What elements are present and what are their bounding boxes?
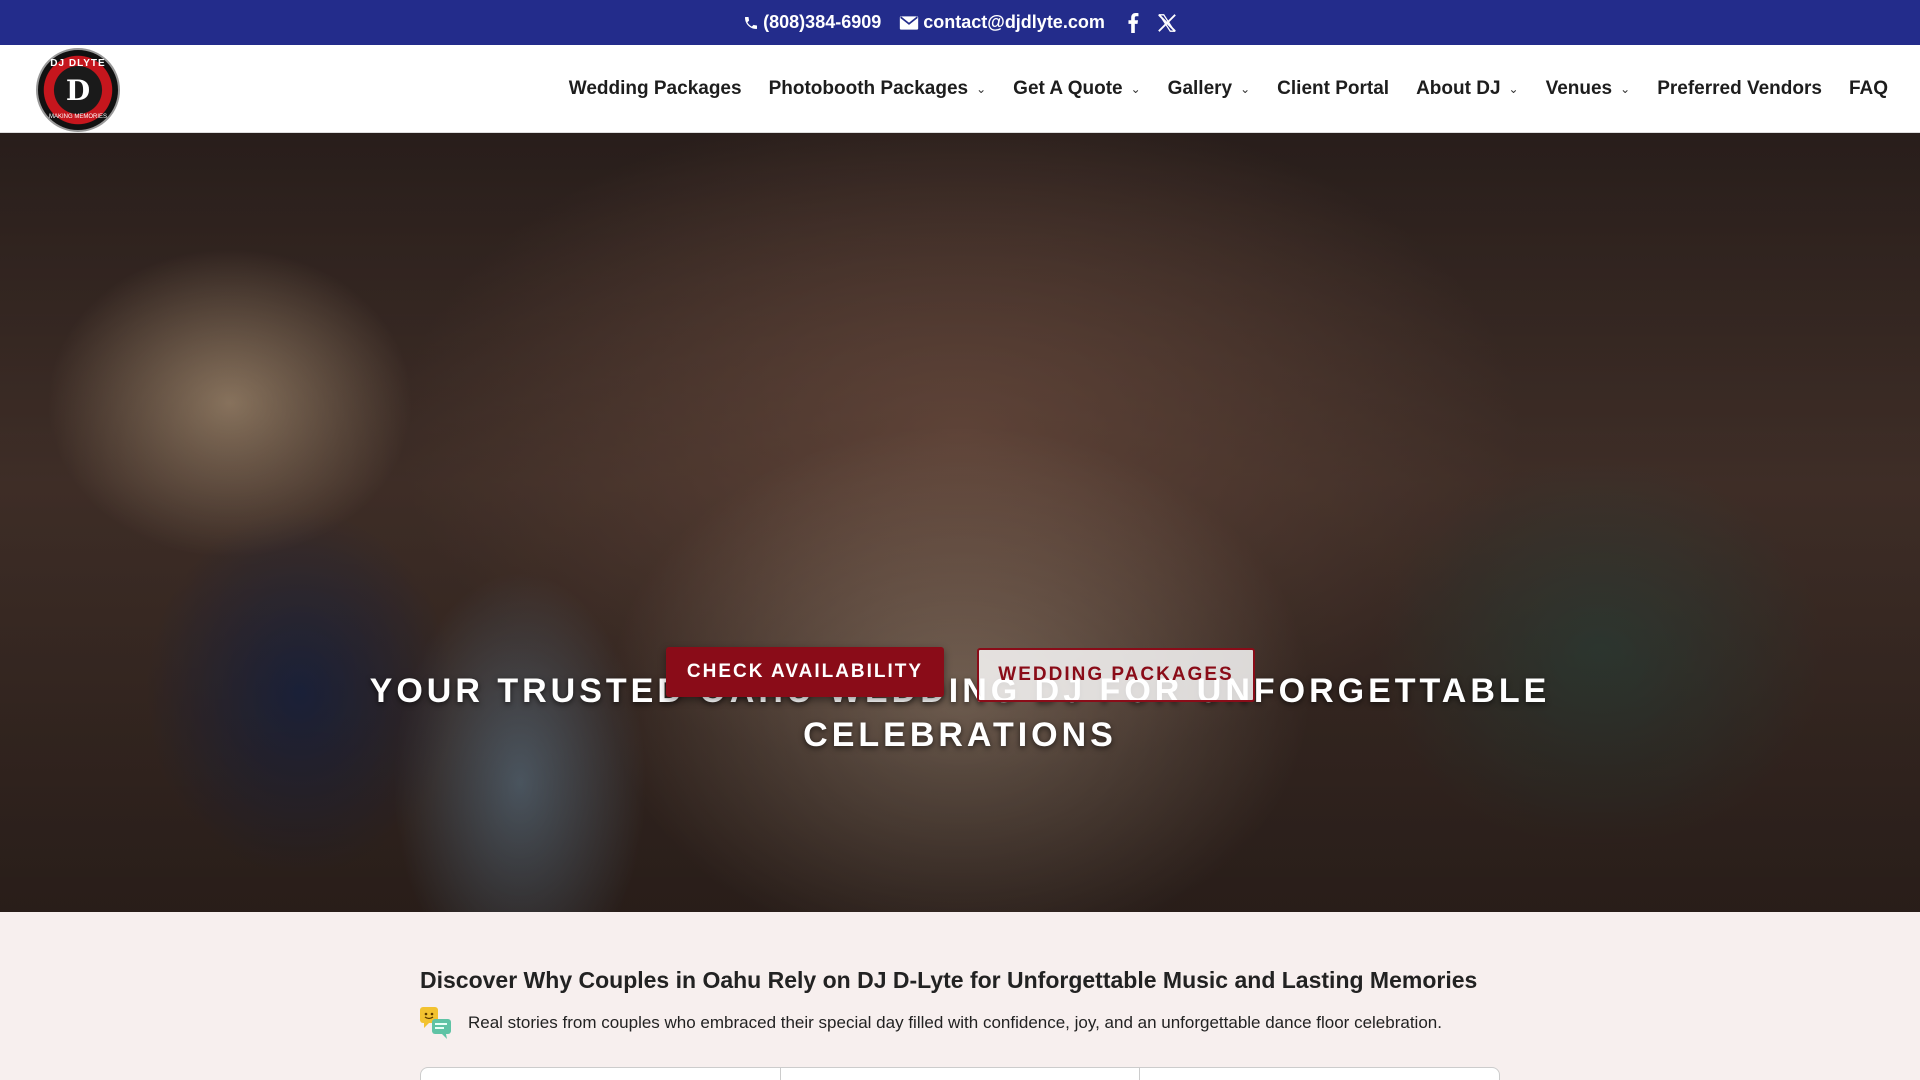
nav-label: FAQ xyxy=(1848,78,1888,99)
testimonial-card xyxy=(421,1068,781,1080)
chevron-down-icon: ⌄ xyxy=(1620,82,1631,96)
nav-about-dj[interactable]: About DJ ⌄ xyxy=(1416,78,1519,100)
main-nav: Wedding Packages Photobooth Packages ⌄ G… xyxy=(569,45,1888,133)
chevron-down-icon: ⌄ xyxy=(1130,82,1141,96)
social-links xyxy=(1127,12,1177,33)
section-subtext: Real stories from couples who embraced t… xyxy=(468,1013,1442,1032)
nav-label: Preferred Vendors xyxy=(1657,78,1822,99)
wedding-packages-button[interactable]: WEDDING PACKAGES xyxy=(977,648,1255,702)
nav-faq[interactable]: FAQ xyxy=(1849,78,1888,100)
site-header: DJ DLYTE D MAKING MEMORIES Wedding Packa… xyxy=(0,45,1920,133)
phone-number: (808)384-6909 xyxy=(763,12,882,32)
nav-label: Gallery xyxy=(1167,78,1233,99)
testimonial-card xyxy=(781,1068,1141,1080)
nav-photobooth-packages[interactable]: Photobooth Packages ⌄ xyxy=(769,78,987,100)
chat-bubbles-icon xyxy=(420,1007,451,1039)
nav-label: Photobooth Packages xyxy=(768,78,969,99)
email-link[interactable]: contact@djdlyte.com xyxy=(899,12,1105,33)
nav-get-a-quote[interactable]: Get A Quote ⌄ xyxy=(1013,78,1141,100)
chevron-down-icon: ⌄ xyxy=(1240,82,1251,96)
nav-gallery[interactable]: Gallery ⌄ xyxy=(1168,78,1251,100)
hero-title: YOUR TRUSTED OAHU WEDDING DJ FOR UNFORGE… xyxy=(369,672,1551,754)
hero-banner: YOUR TRUSTED OAHU WEDDING DJ FOR UNFORGE… xyxy=(0,133,1920,912)
nav-label: Get A Quote xyxy=(1013,78,1123,99)
site-logo[interactable]: DJ DLYTE D MAKING MEMORIES xyxy=(36,48,120,132)
facebook-icon[interactable] xyxy=(1127,12,1139,33)
phone-icon xyxy=(745,16,758,29)
logo-mark: D xyxy=(65,73,91,107)
hero-photo-overlay xyxy=(0,133,1920,912)
section-intro: Real stories from couples who embraced t… xyxy=(420,1007,1442,1039)
x-icon[interactable] xyxy=(1157,13,1177,32)
nav-label: Venues xyxy=(1545,78,1613,99)
nav-client-portal[interactable]: Client Portal xyxy=(1277,78,1389,100)
chevron-down-icon: ⌄ xyxy=(1508,82,1519,96)
logo-top-text: DJ DLYTE xyxy=(50,58,106,69)
mail-icon xyxy=(900,15,919,30)
email-address: contact@djdlyte.com xyxy=(923,12,1105,32)
testimonials-section: Discover Why Couples in Oahu Rely on DJ … xyxy=(0,912,1920,1080)
nav-wedding-packages[interactable]: Wedding Packages xyxy=(569,78,742,100)
nav-label: About DJ xyxy=(1416,78,1501,99)
nav-preferred-vendors[interactable]: Preferred Vendors xyxy=(1657,78,1822,100)
contact-bar: (808)384-6909 contact@djdlyte.com xyxy=(0,0,1920,45)
nav-label: Client Portal xyxy=(1277,78,1390,99)
section-heading: Discover Why Couples in Oahu Rely on DJ … xyxy=(420,967,1478,993)
logo-bottom-text: MAKING MEMORIES xyxy=(48,114,107,120)
testimonial-cards xyxy=(420,1067,1500,1080)
check-availability-button[interactable]: CHECK AVAILABILITY xyxy=(666,647,944,697)
phone-link[interactable]: (808)384-6909 xyxy=(743,12,881,33)
nav-label: Wedding Packages xyxy=(568,78,742,99)
testimonial-card xyxy=(1140,1068,1499,1080)
chevron-down-icon: ⌄ xyxy=(976,82,987,96)
nav-venues[interactable]: Venues ⌄ xyxy=(1546,78,1631,100)
